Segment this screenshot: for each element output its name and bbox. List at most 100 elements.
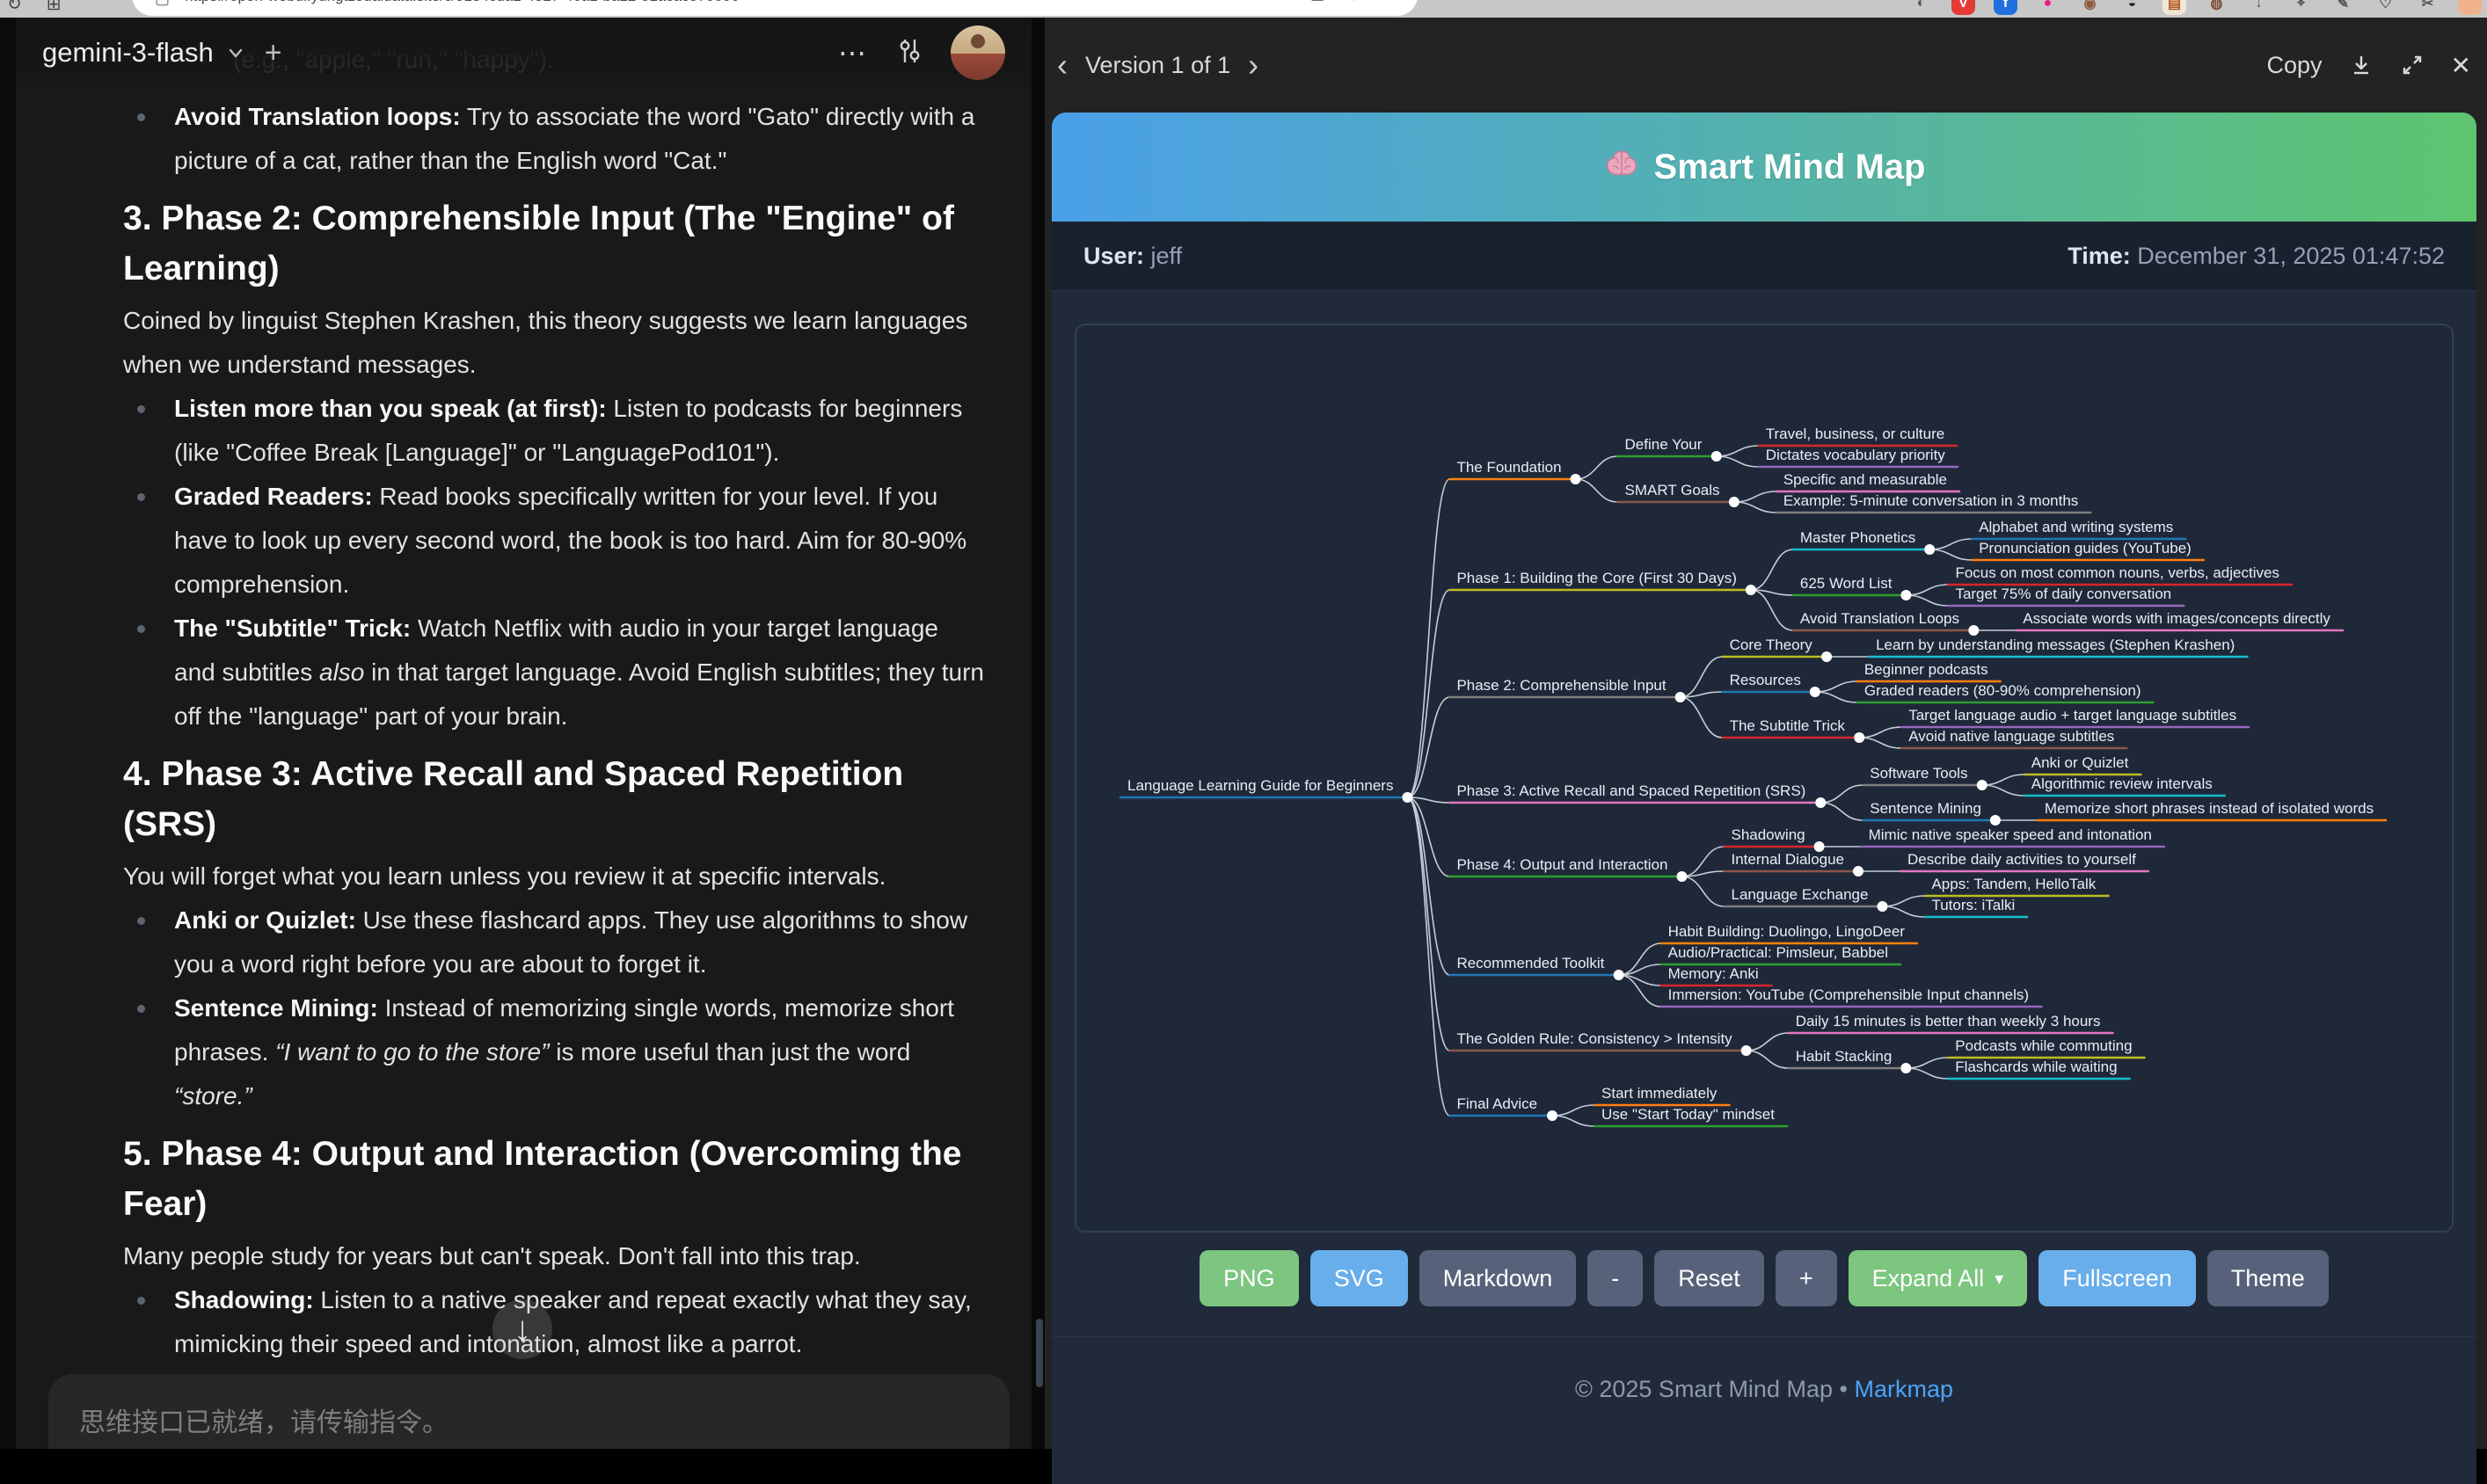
mindmap-node-label[interactable]: Immersion: YouTube (Comprehensible Input… [1668, 986, 2029, 1003]
mindmap-node-label[interactable]: Audio/Practical: Pimsleur, Babbel [1668, 944, 1888, 961]
extension-icon[interactable]: ⌖ [2289, 0, 2313, 15]
expand-all-button[interactable]: Expand All▾ [1849, 1250, 2028, 1306]
mindmap-node-label[interactable]: Dictates vocabulary priority [1766, 447, 1946, 463]
mindmap-node-label[interactable]: Anki or Quizlet [2031, 754, 2129, 771]
mindmap-node-label[interactable]: Target language audio + target language … [1908, 707, 2236, 724]
mindmap-node-label[interactable]: Graded readers (80-90% comprehension) [1864, 682, 2141, 699]
mindmap-node-label[interactable]: Core Theory [1730, 637, 1813, 653]
mindmap-node-label[interactable]: Alphabet and writing systems [1979, 519, 2173, 535]
mindmap-node-label[interactable]: Algorithmic review intervals [2031, 775, 2213, 792]
version-next-button[interactable]: › [1244, 47, 1262, 84]
mindmap-node-label[interactable]: Apps: Tandem, HelloTalk [1931, 876, 2096, 892]
mindmap-node-label[interactable]: Recommended Toolkit [1456, 955, 1604, 971]
new-chat-button[interactable]: + [265, 38, 282, 68]
chat-bullet-item: Listen more than you speak (at first): L… [123, 387, 985, 475]
close-icon[interactable]: ✕ [2451, 51, 2471, 80]
mindmap-node-label[interactable]: Language Exchange [1731, 886, 1868, 903]
mindmap-node-label[interactable]: Associate words with images/concepts dir… [2023, 610, 2330, 627]
extension-icon[interactable]: ● [2036, 0, 2060, 15]
mindmap-node-label[interactable]: Describe daily activities to yourself [1907, 851, 2136, 868]
user-avatar[interactable] [951, 25, 1005, 80]
mindmap-node-label[interactable]: Habit Stacking [1796, 1048, 1893, 1065]
extension-icon[interactable]: V [1951, 0, 1975, 15]
extension-icon[interactable]: f [1994, 0, 2017, 15]
extension-icon[interactable]: ♡ [2374, 0, 2397, 15]
mindmap-node-label[interactable]: Avoid native language subtitles [1908, 728, 2114, 745]
mindmap-node-label[interactable]: Define Your [1625, 436, 1703, 453]
mindmap-node-label[interactable]: 625 Word List [1800, 575, 1893, 592]
mindmap-node-label[interactable]: Phase 3: Active Recall and Spaced Repeti… [1456, 782, 1805, 799]
reset-button[interactable]: Reset [1654, 1250, 1764, 1306]
mindmap-node-label[interactable]: Mimic native speaker speed and intonatio… [1869, 826, 2152, 843]
copy-button[interactable]: Copy [2267, 52, 2323, 79]
fullscreen-button[interactable]: Fullscreen [2038, 1250, 2196, 1306]
extension-icon[interactable]: ✂ [2416, 0, 2440, 15]
mindmap-node-label[interactable]: Language Learning Guide for Beginners [1127, 777, 1393, 794]
chat-input[interactable] [77, 1374, 960, 1449]
mindmap-node-label[interactable]: Specific and measurable [1783, 471, 1947, 488]
mindmap-node-label[interactable]: Habit Building: Duolingo, LingoDeer [1668, 923, 1906, 940]
mindmap-node-label[interactable]: Sentence Mining [1870, 800, 1981, 817]
mindmap-node-label[interactable]: Memory: Anki [1668, 965, 1759, 982]
mindmap-node-label[interactable]: The Golden Rule: Consistency > Intensity [1456, 1030, 1732, 1047]
fullscreen-icon[interactable] [2400, 53, 2425, 77]
mindmap-node-label[interactable]: Pronunciation guides (YouTube) [1979, 540, 2192, 556]
overflow-menu-icon[interactable]: ⋯ [838, 36, 868, 69]
-button[interactable]: - [1587, 1250, 1643, 1306]
mindmap-node-label[interactable]: Beginner podcasts [1864, 661, 1988, 678]
mindmap-node-label[interactable]: Focus on most common nouns, verbs, adjec… [1955, 564, 2279, 581]
chat-input-box[interactable] [48, 1374, 1010, 1449]
mindmap-node-label[interactable]: Learn by understanding messages (Stephen… [1876, 637, 2235, 653]
mindmap-node-label[interactable]: Use "Start Today" mindset [1601, 1106, 1775, 1123]
mindmap-node-label[interactable]: Resources [1730, 672, 1801, 688]
extension-icon[interactable]: ● [2458, 0, 2482, 15]
mindmap-node-label[interactable]: Travel, business, or culture [1766, 426, 1944, 442]
address-bar-icon[interactable]: ☆ [1384, 0, 1398, 4]
extension-icon[interactable]: ▤ [2162, 0, 2186, 15]
mindmap-node-label[interactable]: Phase 4: Output and Interaction [1456, 856, 1667, 873]
mindmap-node-label[interactable]: Daily 15 minutes is better than weekly 3… [1796, 1013, 2101, 1029]
mindmap-node-label[interactable]: Memorize short phrases instead of isolat… [2045, 800, 2374, 817]
mindmap-canvas[interactable]: Language Learning Guide for Beginners The… [1075, 324, 2454, 1233]
mindmap-node-label[interactable]: Shadowing [1731, 826, 1805, 843]
mindmap-node-label[interactable]: Software Tools [1870, 765, 1967, 782]
mindmap-node-label[interactable]: Avoid Translation Loops [1800, 610, 1959, 627]
extension-icon[interactable]: ↓ [2247, 0, 2271, 15]
mindmap-node-label[interactable]: Internal Dialogue [1731, 851, 1844, 868]
markmap-link[interactable]: Markmap [1854, 1376, 1953, 1402]
mindmap-node-label[interactable]: Target 75% of daily conversation [1955, 586, 2171, 602]
theme-button[interactable]: Theme [2207, 1250, 2329, 1306]
mindmap-node-label[interactable]: Master Phonetics [1800, 529, 1915, 546]
-button[interactable]: + [1776, 1250, 1837, 1306]
markdown-button[interactable]: Markdown [1419, 1250, 1577, 1306]
chevron-down-icon[interactable] [224, 41, 247, 64]
mindmap-node-label[interactable]: Example: 5-minute conversation in 3 mont… [1783, 492, 2078, 509]
version-prev-button[interactable]: ‹ [1054, 47, 1071, 84]
model-selector[interactable]: gemini-3-flash [42, 37, 214, 69]
extension-icon[interactable]: ✎ [2331, 0, 2355, 15]
svg-button[interactable]: SVG [1310, 1250, 1408, 1306]
download-icon[interactable] [2349, 53, 2374, 77]
chat-scrollbar[interactable] [1036, 1319, 1043, 1387]
browser-nav-icon[interactable]: ⊞ [47, 0, 62, 15]
address-bar-icon[interactable]: ❏ [1310, 0, 1324, 4]
mindmap-node-label[interactable]: Phase 2: Comprehensible Input [1456, 677, 1666, 694]
mindmap-node-label[interactable]: Podcasts while commuting [1955, 1037, 2132, 1054]
mindmap-node-label[interactable]: Start immediately [1601, 1085, 1718, 1102]
extension-icon[interactable]: ◒ [2120, 0, 2144, 15]
mindmap-node-label[interactable]: The Foundation [1456, 459, 1561, 476]
mindmap-node-label[interactable]: SMART Goals [1625, 482, 1720, 498]
extension-icon[interactable]: ◐ [1909, 0, 1933, 15]
browser-nav-icon[interactable]: ↻ [7, 0, 22, 15]
mindmap-node-label[interactable]: Flashcards while waiting [1955, 1058, 2117, 1075]
extension-icon[interactable]: ◍ [2205, 0, 2228, 15]
controls-sliders-icon[interactable] [894, 36, 924, 70]
address-bar[interactable]: ▢ https://open-webui.yungtzedaldata.site… [132, 0, 1418, 16]
mindmap-node-label[interactable]: Phase 1: Building the Core (First 30 Day… [1456, 570, 1736, 586]
mindmap-node-label[interactable]: Tutors: iTalki [1931, 897, 2015, 913]
mindmap-node-label[interactable]: Final Advice [1456, 1095, 1537, 1112]
address-bar-icon[interactable]: ⚙ [1347, 0, 1361, 4]
png-button[interactable]: PNG [1200, 1250, 1299, 1306]
extension-icon[interactable]: ◉ [2078, 0, 2102, 15]
mindmap-node-label[interactable]: The Subtitle Trick [1730, 717, 1846, 734]
